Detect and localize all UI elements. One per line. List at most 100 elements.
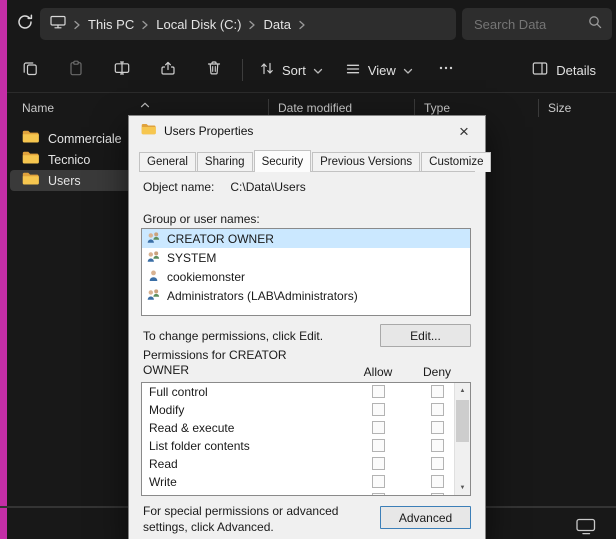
breadcrumb-item-local-disk-c[interactable]: Local Disk (C:) [156, 17, 241, 32]
paste-button[interactable] [53, 53, 99, 87]
paste-icon [68, 60, 84, 81]
column-header-date-modified[interactable]: Date modified [278, 101, 352, 115]
principal-row-system[interactable]: SYSTEM [142, 248, 470, 267]
tab-general[interactable]: General [139, 152, 196, 172]
breadcrumb-item-data[interactable]: Data [263, 17, 290, 32]
deny-checkbox [431, 403, 444, 416]
principal-row-creator-owner[interactable]: CREATOR OWNER [142, 229, 470, 248]
left-accent-strip [0, 0, 7, 539]
share-icon [160, 60, 176, 81]
allow-checkbox [372, 403, 385, 416]
deny-checkbox [431, 475, 444, 488]
principal-name: SYSTEM [167, 251, 216, 265]
file-explorer-window: This PC Local Disk (C:) Data [0, 0, 616, 539]
share-button[interactable] [145, 53, 191, 87]
permission-name: Write [149, 475, 177, 489]
edit-button[interactable]: Edit... [380, 324, 471, 347]
deny-checkbox [431, 493, 444, 496]
object-name-value: C:\Data\Users [230, 180, 305, 194]
group-icon [146, 288, 161, 304]
allow-checkbox [372, 385, 385, 398]
folder-icon [22, 172, 39, 190]
deny-checkbox [431, 439, 444, 452]
folder-icon [141, 122, 156, 140]
permission-row-read: Read [142, 455, 470, 473]
allow-checkbox [372, 475, 385, 488]
sort-label: Sort [282, 63, 306, 78]
folder-icon [22, 151, 39, 169]
tray-display-icon[interactable] [576, 518, 596, 539]
users-properties-dialog: Users Properties × General Sharing Secur… [128, 115, 486, 539]
copy-icon [22, 60, 38, 81]
delete-button[interactable] [191, 53, 237, 87]
permission-row-special-permissions: Special permissions [142, 491, 470, 496]
dialog-tabs: General Sharing Security Previous Versio… [139, 148, 475, 172]
copy-button[interactable] [7, 53, 53, 87]
group-or-user-names-label: Group or user names: [143, 212, 260, 226]
chevron-down-icon [403, 63, 413, 78]
object-name-row: Object name: C:\Data\Users [143, 180, 306, 194]
chevron-right-icon [298, 20, 306, 30]
more-options-button[interactable] [426, 53, 466, 87]
file-name: Commerciale [48, 132, 122, 146]
deny-checkbox [431, 421, 444, 434]
dialog-title: Users Properties [164, 124, 253, 138]
details-label: Details [556, 63, 596, 78]
refresh-icon [16, 13, 34, 36]
breadcrumb: This PC Local Disk (C:) Data [40, 8, 456, 40]
advanced-button[interactable]: Advanced [380, 506, 471, 529]
file-name: Users [48, 174, 81, 188]
principal-name: Administrators (LAB\Administrators) [167, 289, 358, 303]
permission-row-full-control: Full control [142, 383, 470, 401]
principal-row-administrators[interactable]: Administrators (LAB\Administrators) [142, 286, 470, 305]
object-name-label: Object name: [143, 180, 214, 194]
principal-row-cookiemonster[interactable]: cookiemonster [142, 267, 470, 286]
group-icon [146, 250, 161, 266]
principal-name: CREATOR OWNER [167, 232, 274, 246]
principal-name: cookiemonster [167, 270, 245, 284]
navigation-bar: This PC Local Disk (C:) Data [7, 0, 616, 48]
permission-row-read-execute: Read & execute [142, 419, 470, 437]
advanced-settings-hint: For special permissions or advanced sett… [143, 504, 371, 535]
view-label: View [368, 63, 396, 78]
sort-icon [259, 61, 275, 79]
dialog-titlebar[interactable]: Users Properties × [129, 116, 485, 146]
column-header-name[interactable]: Name [22, 101, 54, 115]
user-icon [146, 269, 161, 285]
tab-customize[interactable]: Customize [421, 152, 491, 172]
search-input[interactable] [472, 16, 582, 33]
column-divider[interactable] [538, 99, 539, 117]
scroll-up-icon[interactable]: ▲ [455, 383, 470, 398]
deny-checkbox [431, 385, 444, 398]
permissions-scrollbar[interactable]: ▲ ▼ [454, 383, 470, 495]
chevron-right-icon [248, 20, 256, 30]
permission-row-list-folder-contents: List folder contents [142, 437, 470, 455]
permission-name: Modify [149, 403, 184, 417]
details-pane-icon [532, 61, 548, 79]
view-icon [345, 61, 361, 80]
allow-checkbox [372, 421, 385, 434]
tab-previous-versions[interactable]: Previous Versions [312, 152, 420, 172]
refresh-button[interactable] [11, 10, 39, 38]
close-icon[interactable]: × [449, 119, 479, 143]
allow-column-header: Allow [353, 365, 403, 379]
column-header-type[interactable]: Type [424, 101, 450, 115]
permission-name: Read [149, 457, 178, 471]
rename-button[interactable] [99, 53, 145, 87]
breadcrumb-item-this-pc[interactable]: This PC [88, 17, 134, 32]
column-header-size[interactable]: Size [548, 101, 571, 115]
tab-security[interactable]: Security [254, 150, 312, 172]
sort-dropdown[interactable]: Sort [248, 53, 334, 87]
deny-checkbox [431, 457, 444, 470]
allow-checkbox [372, 493, 385, 496]
permission-row-write: Write [142, 473, 470, 491]
file-name: Tecnico [48, 153, 90, 167]
chevron-right-icon [141, 20, 149, 30]
permission-name: List folder contents [149, 439, 250, 453]
tab-sharing[interactable]: Sharing [197, 152, 253, 172]
details-pane-button[interactable]: Details [522, 53, 606, 87]
edit-permissions-hint: To change permissions, click Edit. [143, 329, 323, 343]
scroll-down-icon[interactable]: ▼ [455, 480, 470, 495]
view-dropdown[interactable]: View [334, 53, 424, 87]
scrollbar-thumb[interactable] [456, 400, 469, 442]
